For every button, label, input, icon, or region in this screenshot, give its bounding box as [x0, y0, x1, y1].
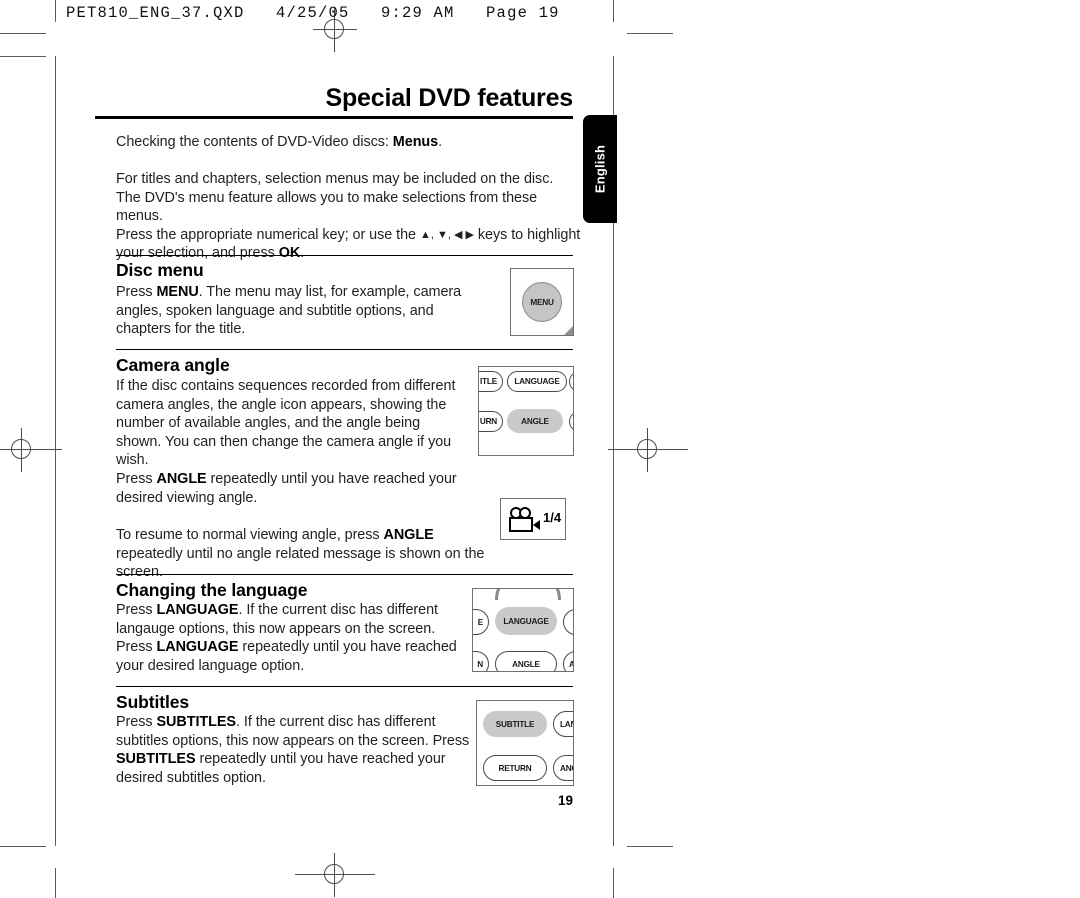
figure-angle-remote: ITLE LANGUAGE URN ANGLE	[478, 366, 574, 456]
remote-lang-angle-button: ANGLE	[495, 651, 557, 671]
remote-sub-return-button: RETURN	[483, 755, 547, 781]
page-title: Special DVD features	[325, 84, 574, 112]
intro-line-4-tail: .	[300, 245, 305, 262]
remote-return-button: URN	[479, 411, 503, 432]
remote-lang-bottom-left-clip: N	[473, 651, 489, 671]
remote-lang-bottom-right-label: A	[569, 660, 573, 669]
remote-sub-subtitle-button: SUBTITLE	[483, 711, 547, 737]
remote-sub-return-label: RETURN	[498, 763, 532, 773]
remote-lang-left-clip: E	[473, 609, 489, 635]
section-heading-changing-language: Changing the language	[116, 580, 308, 600]
remote-sub-subtitle-label: SUBTITLE	[495, 719, 535, 729]
intro-paragraph: For titles and chapters, selection menus…	[116, 170, 586, 263]
remote-angle-button: ANGLE	[507, 409, 563, 433]
section-text-camera-angle: If the disc contains sequences recorded …	[116, 378, 456, 469]
page-number: 19	[557, 793, 573, 808]
camcorder-icon	[509, 507, 540, 533]
remote-lang-bottom-right-clip: A	[563, 651, 573, 671]
angle-p3-text-a: To resume to normal viewing angle, press	[116, 527, 384, 543]
menu-button-label: MENU	[530, 297, 554, 307]
intro-line-3-text: Press the appropriate numerical key; or …	[116, 226, 420, 243]
remote-top-arc	[495, 589, 561, 600]
remote-sub-language-clip: LANGU	[553, 711, 573, 737]
intro-line-1: For titles and chapters, selection menus…	[116, 171, 554, 187]
figure-language-remote: E LANGUAGE N ANGLE A	[472, 588, 574, 672]
remote-lang-right-clip	[563, 609, 573, 635]
section-text-disc-menu: Press MENU. The menu may list, for examp…	[116, 283, 483, 339]
section-rule-camera-angle	[116, 349, 573, 350]
section-rule-disc-menu	[116, 255, 573, 256]
section-rule-subtitles	[116, 686, 573, 687]
menu-key-label: MENU	[156, 284, 199, 300]
disc-menu-text-a: Press	[116, 284, 157, 300]
remote-lang-left-clip-label: E	[477, 617, 483, 627]
angle-key-label-2: ANGLE	[383, 527, 434, 543]
remote-sub-angle-clip: ANG	[553, 755, 573, 781]
remote-extra-button-bottom	[569, 411, 573, 432]
remote-lang-language-label: LANGUAGE	[503, 616, 549, 626]
camcorder-lens	[533, 520, 540, 530]
section-text-changing-language: Press LANGUAGE. If the current disc has …	[116, 601, 461, 675]
sub-text-a: Press	[116, 714, 157, 730]
intro-lead-suffix: .	[438, 134, 443, 150]
angle-p2-text-a: Press	[116, 471, 157, 487]
manual-page: Special DVD features English Checking th…	[0, 0, 1080, 898]
angle-key-label-1: ANGLE	[156, 471, 207, 487]
page-fold-corner-icon	[564, 326, 573, 335]
remote-language-button: LANGUAGE	[507, 371, 567, 392]
intro-line-3-tail: keys to highlight	[473, 226, 581, 243]
subtitles-key-label-2: SUBTITLES	[116, 751, 196, 768]
menu-button-icon: MENU	[522, 282, 562, 322]
direction-arrows-icon: ▲, ▼, ◀ ▶	[419, 228, 474, 241]
lang-text-a: Press	[116, 602, 157, 618]
figure-angle-indicator: 1/4	[500, 498, 566, 540]
figure-menu-button: MENU	[510, 268, 574, 336]
remote-lang-language-button: LANGUAGE	[495, 607, 557, 635]
figure-subtitle-remote: SUBTITLE LANGU RETURN ANG	[476, 700, 574, 786]
intro-line-4-text: your selection, and press	[116, 245, 279, 262]
remote-sub-language-label: LANGU	[560, 719, 573, 729]
remote-extra-button-top	[569, 371, 573, 392]
intro-lead-prefix: Checking the contents of DVD-Video discs…	[116, 134, 393, 150]
subtitles-key-label-1: SUBTITLES	[156, 714, 236, 730]
section-rule-changing-language	[116, 574, 573, 575]
remote-lang-angle-label: ANGLE	[512, 659, 540, 669]
language-key-label-2: LANGUAGE	[156, 639, 239, 656]
remote-angle-label: ANGLE	[521, 416, 549, 426]
language-tab-label: English	[592, 144, 608, 194]
remote-lang-bottom-left-label: N	[477, 659, 483, 669]
remote-title-button: ITLE	[479, 371, 503, 392]
remote-sub-angle-label: ANG	[560, 763, 573, 773]
section-text-subtitles: Press SUBTITLES. If the current disc has…	[116, 713, 472, 787]
intro-line-3: Press the appropriate numerical key; or …	[116, 226, 586, 245]
intro-lead: Checking the contents of DVD-Video discs…	[116, 133, 586, 152]
section-heading-subtitles: Subtitles	[116, 692, 189, 712]
language-tab: English	[583, 115, 617, 223]
camcorder-body	[509, 517, 533, 532]
ok-key-label: OK	[278, 245, 301, 262]
section-heading-camera-angle: Camera angle	[116, 355, 230, 375]
remote-return-label: URN	[479, 417, 497, 426]
angle-count-label: 1/4	[543, 510, 562, 525]
camera-angle-paragraph-2: Press ANGLE repeatedly until you have re…	[116, 470, 476, 507]
language-key-label-1: LANGUAGE	[156, 602, 239, 618]
section-heading-disc-menu: Disc menu	[116, 260, 204, 280]
intro-line-2: The DVD's menu feature allows you to mak…	[116, 189, 538, 225]
remote-title-label: ITLE	[480, 377, 497, 386]
intro-lead-bold: Menus	[392, 134, 439, 150]
remote-language-label: LANGUAGE	[514, 377, 560, 386]
title-underline	[95, 116, 573, 119]
